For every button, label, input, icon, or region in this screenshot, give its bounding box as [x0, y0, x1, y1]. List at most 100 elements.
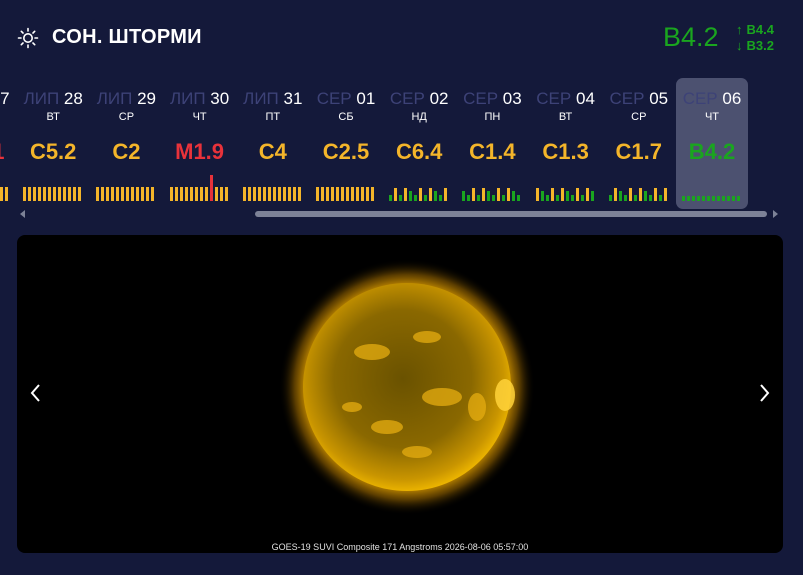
activity-bar: [638, 188, 642, 201]
day-date: СЕР 04: [530, 89, 602, 109]
activity-bar: [585, 188, 589, 201]
activity-bar: [424, 195, 428, 201]
activity-bar: [434, 191, 438, 201]
day-column[interactable]: ЛИП 30 ЧТ M1.9: [164, 78, 236, 209]
day-column[interactable]: ЛИП 27 ПН M1.1: [0, 78, 16, 209]
flux-min-row: ↓ B3.2: [736, 38, 796, 54]
day-weekday: ПН: [0, 111, 16, 123]
activity-bar: [687, 196, 690, 201]
activity-bar: [608, 195, 612, 201]
day-column[interactable]: СЕР 01 СБ C2.5: [310, 78, 382, 209]
activity-bar: [131, 187, 135, 201]
day-month: СЕР: [316, 89, 352, 108]
activity-bar: [419, 188, 423, 201]
activity-bar: [121, 187, 125, 201]
arrow-up-icon: ↑: [736, 22, 743, 37]
sun-image: [279, 259, 535, 515]
activity-bar: [643, 191, 647, 201]
sun-icon: [17, 27, 39, 49]
day-number: 04: [575, 89, 595, 108]
activity-bar: [331, 187, 334, 201]
activity-bar: [366, 187, 369, 201]
day-activity-bars: [0, 187, 8, 201]
activity-bar: [224, 187, 228, 201]
activity-bar: [141, 187, 145, 201]
activity-bar: [613, 188, 617, 201]
day-column[interactable]: СЕР 05 СР C1.7: [603, 78, 675, 209]
day-activity-bars: [535, 188, 594, 201]
day-max-flare: C1.3: [542, 139, 589, 164]
day-weekday: НД: [411, 111, 427, 123]
day-weekday: СР: [631, 111, 647, 123]
day-date: ЛИП 27: [0, 89, 16, 109]
activity-bar: [351, 187, 354, 201]
day-activity-bars: [316, 187, 374, 201]
activity-bar: [371, 187, 374, 201]
activity-bar: [707, 196, 710, 201]
day-column[interactable]: СЕР 04 ВТ C1.3: [530, 78, 602, 209]
activity-bar: [618, 191, 622, 201]
activity-bar: [204, 187, 208, 201]
activity-bar: [507, 188, 511, 201]
activity-bar: [717, 196, 720, 201]
activity-bar: [462, 191, 466, 201]
activity-bar: [106, 187, 110, 201]
flux-max-value: B4.4: [746, 22, 774, 37]
activity-bar: [321, 187, 324, 201]
activity-bar: [262, 187, 266, 201]
activity-bar: [214, 187, 218, 201]
activity-bar: [116, 187, 120, 201]
day-column[interactable]: СЕР 06 ЧТ B4.2: [676, 78, 748, 209]
previous-image-icon[interactable]: [27, 381, 45, 405]
activity-bar: [257, 187, 261, 201]
activity-bar: [482, 188, 486, 201]
activity-bar: [550, 188, 554, 201]
activity-bar: [497, 188, 501, 201]
day-max-flare: C1.7: [615, 139, 663, 164]
activity-bar: [282, 187, 286, 201]
activity-bar: [267, 187, 271, 201]
activity-bar: [199, 187, 203, 201]
activity-bar: [697, 196, 700, 201]
image-caption: GOES-19 SUVI Composite 171 Angstroms 202…: [271, 542, 529, 552]
flux-range: ↑ B4.4 ↓ B3.2: [736, 22, 796, 54]
activity-bar: [341, 187, 344, 201]
activity-bar: [555, 195, 559, 201]
activity-bar: [727, 196, 730, 201]
scrollbar-thumb[interactable]: [255, 211, 767, 217]
day-column[interactable]: СЕР 03 ПН C1.4: [456, 78, 528, 209]
day-column[interactable]: ЛИП 31 ПТ C4: [237, 78, 309, 209]
activity-bar: [517, 195, 521, 201]
day-number: 06: [722, 89, 742, 108]
day-max-flare: C5.2: [29, 139, 77, 164]
day-weekday: СБ: [338, 111, 354, 123]
day-column[interactable]: СЕР 02 НД C6.4: [383, 78, 455, 209]
activity-bar: [63, 187, 67, 201]
day-column[interactable]: ЛИП 28 ВТ C5.2: [17, 78, 89, 209]
day-number: 05: [649, 89, 669, 108]
day-number: 27: [0, 89, 10, 108]
activity-bar: [570, 195, 574, 201]
activity-bar: [663, 188, 667, 201]
day-month: ЛИП: [243, 89, 279, 108]
activity-bar: [535, 188, 539, 201]
day-date: СЕР 03: [456, 89, 528, 109]
arrow-down-icon: ↓: [736, 38, 743, 53]
activity-bar: [399, 195, 403, 201]
scroll-left-icon[interactable]: [18, 209, 28, 219]
solar-image-viewer: GOES-19 SUVI Composite 171 Angstroms 202…: [17, 235, 783, 553]
scroll-right-icon[interactable]: [770, 209, 780, 219]
activity-bar: [78, 187, 82, 201]
activity-bar: [502, 195, 506, 201]
next-image-icon[interactable]: [755, 381, 773, 405]
day-month: ЛИП: [96, 89, 133, 108]
activity-bar: [737, 196, 740, 201]
activity-bar: [414, 195, 418, 201]
day-date: ЛИП 29: [90, 89, 162, 109]
activity-bar: [136, 187, 140, 201]
day-timeline[interactable]: ЛИП 27ПНM1.1ЛИП 28ВТC5.2ЛИП 29СРC2ЛИП 30…: [0, 78, 803, 210]
day-column[interactable]: ЛИП 29 СР C2: [90, 78, 162, 209]
day-weekday: СР: [118, 111, 135, 123]
activity-bar: [247, 187, 251, 201]
activity-bar: [692, 196, 695, 201]
